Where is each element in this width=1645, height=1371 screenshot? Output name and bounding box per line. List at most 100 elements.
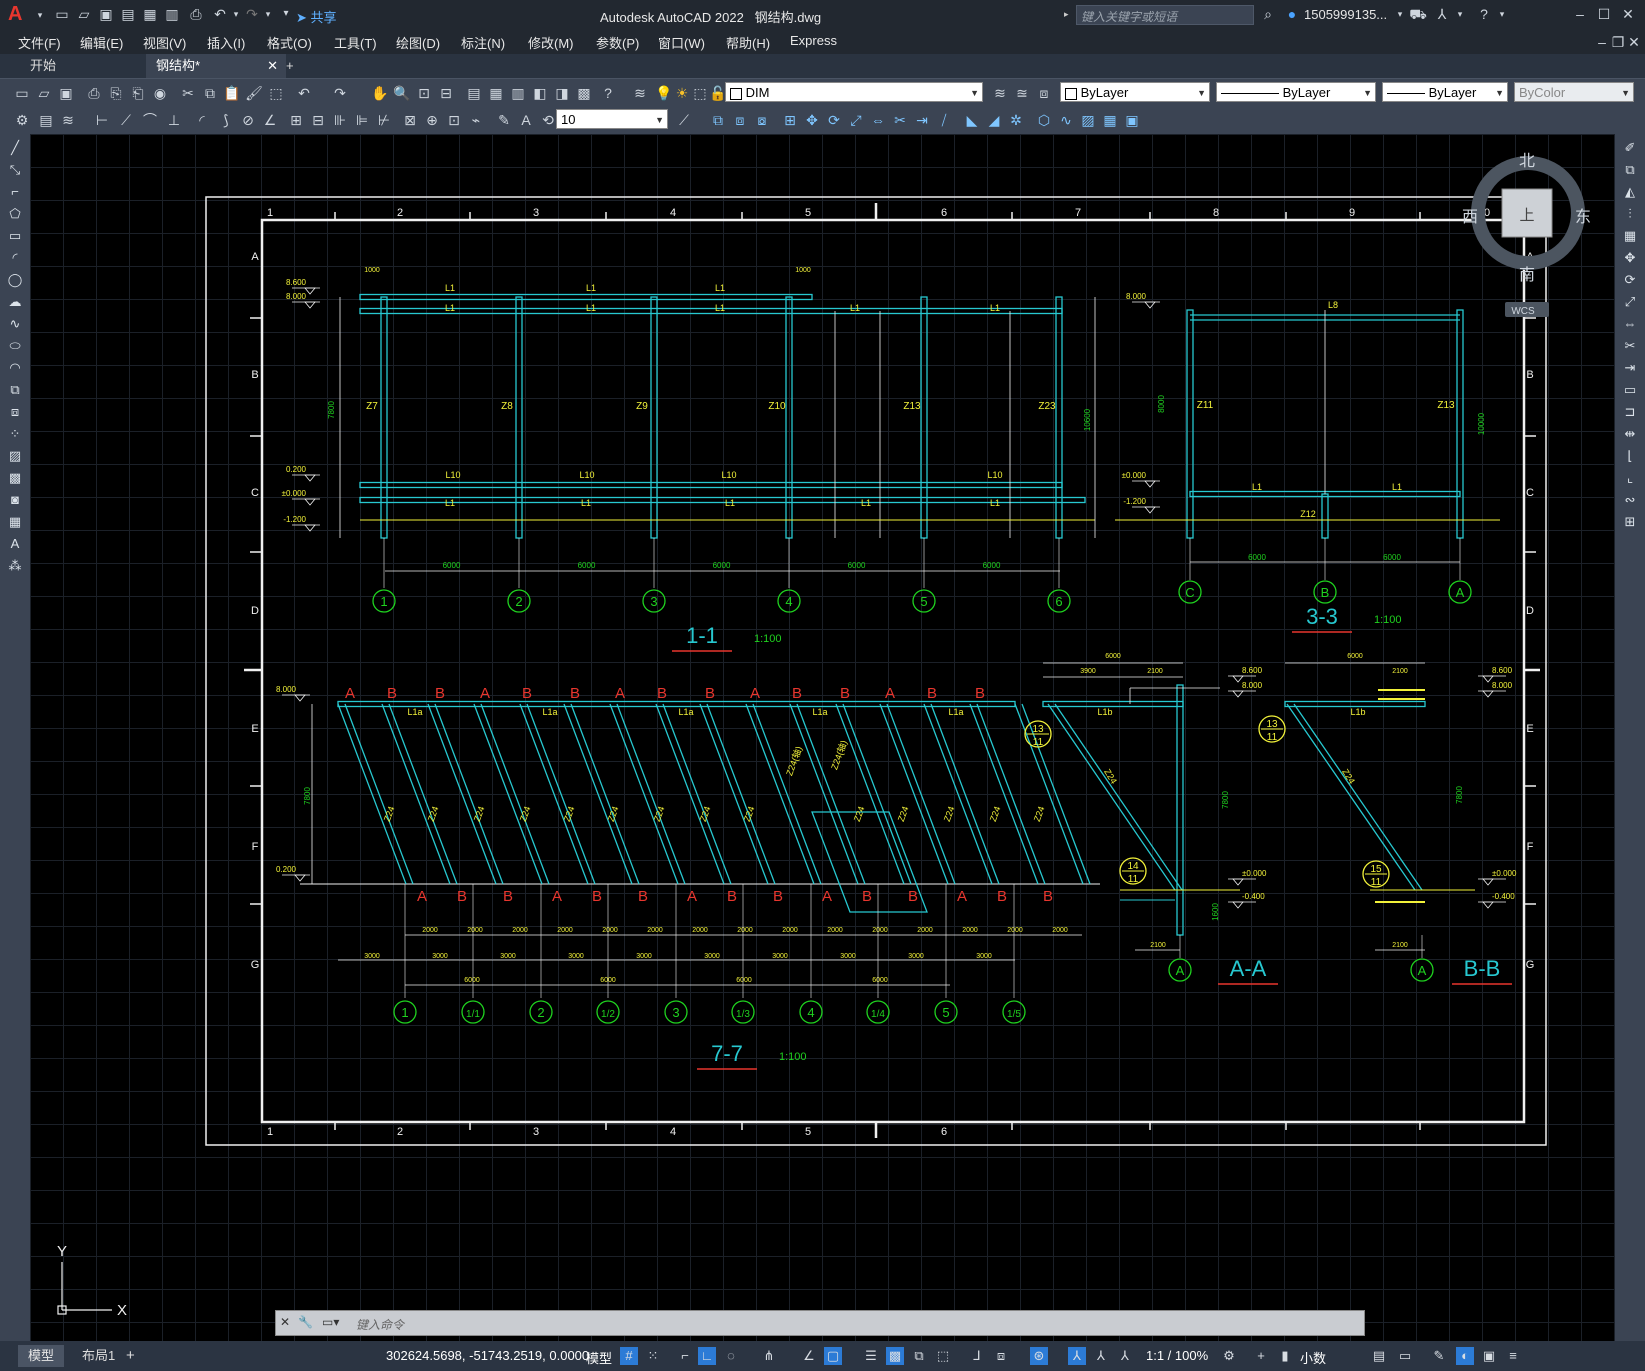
command-recent-icon[interactable]: ▭▾: [322, 1315, 339, 1329]
save-toolbar-icon[interactable]: ▣: [56, 83, 76, 103]
dim-scale-select[interactable]: 10 ▼: [556, 109, 668, 129]
viewcube-west[interactable]: 西: [1462, 209, 1478, 226]
explode-right-icon[interactable]: ⊞: [1620, 512, 1640, 532]
tab-document[interactable]: 钢结构* ✕: [146, 54, 286, 78]
command-close-icon[interactable]: ✕: [280, 1315, 290, 1329]
quick-properties-icon[interactable]: ▤: [1370, 1347, 1388, 1365]
rectangle-icon[interactable]: ▭: [5, 226, 25, 246]
account-dropdown-icon[interactable]: ▾: [1450, 4, 1470, 24]
mtext-icon[interactable]: A: [5, 534, 25, 554]
autocad-logo-icon[interactable]: A: [8, 3, 30, 25]
rotate-icon[interactable]: ⟳: [824, 110, 844, 130]
drawing-canvas[interactable]: 1 2 3 4 5 6 7 8 9 10 1 2 3 4 5 6 A A B B C C D D E E F F G G L1 L1 L1 L1…: [30, 134, 1615, 1341]
chamfer-right-icon[interactable]: ⌊: [1620, 446, 1640, 466]
selection-filter-icon[interactable]: ⧈: [992, 1347, 1010, 1365]
calculator-icon[interactable]: ▩: [574, 83, 594, 103]
polygon-icon[interactable]: ⬠: [5, 204, 25, 224]
dim-space-icon[interactable]: ⊫: [352, 110, 372, 130]
publish-icon[interactable]: ⎗: [128, 83, 148, 103]
snap-icon[interactable]: ⁙: [644, 1347, 662, 1365]
point-icon[interactable]: ⁘: [5, 424, 25, 444]
line-icon[interactable]: ╱: [5, 138, 25, 158]
explode-icon[interactable]: ✲: [1006, 110, 1026, 130]
menu-tools[interactable]: 工具(T): [334, 33, 377, 52]
gizmo-icon[interactable]: ⊛: [1030, 1347, 1048, 1365]
transparency-icon[interactable]: ▩: [886, 1347, 904, 1365]
save-icon[interactable]: ▣: [96, 4, 116, 24]
sheet-set-icon[interactable]: ◧: [530, 83, 550, 103]
workspace-switch-icon[interactable]: ⚙: [1220, 1347, 1238, 1365]
share-button[interactable]: ➤ 共享: [296, 7, 337, 26]
trim-icon[interactable]: ✂: [890, 110, 910, 130]
add-layout-button[interactable]: +: [126, 1345, 135, 1367]
baseline-icon[interactable]: ⊟: [308, 110, 328, 130]
arc-icon[interactable]: ◜: [5, 248, 25, 268]
erase-icon[interactable]: ✐: [1620, 138, 1640, 158]
zoom-realtime-icon[interactable]: 🔍: [392, 83, 412, 103]
redo-dropdown-icon[interactable]: ▾: [258, 4, 278, 24]
workspace-icon[interactable]: ⚙: [12, 110, 32, 130]
isolate-objects-icon[interactable]: ✎: [1430, 1347, 1448, 1365]
layout1-tab[interactable]: 布局1: [74, 1345, 123, 1367]
command-line[interactable]: ✕ 🔧 ▭▾ 键入命令: [275, 1310, 1365, 1336]
annotation-monitor-icon[interactable]: +: [1252, 1347, 1270, 1365]
doc-close-icon[interactable]: ✕: [1624, 32, 1644, 52]
plotstyle-select[interactable]: ByColor ▼: [1514, 82, 1634, 102]
viewcube[interactable]: 上 北 南 东 西 WCS: [1462, 152, 1591, 317]
spline-icon[interactable]: ∿: [5, 314, 25, 334]
annotation-scale-icon[interactable]: ⅄: [1116, 1347, 1134, 1365]
polar-icon[interactable]: ◌: [722, 1347, 740, 1365]
copy-icon[interactable]: ⧉: [200, 83, 220, 103]
tolerance-icon[interactable]: ⊠: [400, 110, 420, 130]
help-dropdown-icon[interactable]: ▾: [1492, 4, 1512, 24]
array-right-icon[interactable]: ▦: [1620, 226, 1640, 246]
model-space-toggle[interactable]: 模型: [586, 1348, 612, 1367]
revcloud-icon[interactable]: ☁: [5, 292, 25, 312]
inspect-icon[interactable]: ⊡: [444, 110, 464, 130]
dim-text-edit-icon[interactable]: A: [516, 110, 536, 130]
layer-properties-icon[interactable]: ≋: [630, 83, 650, 103]
quick-dim-icon[interactable]: ⊞: [286, 110, 306, 130]
layer-vp-icon[interactable]: ⬚: [690, 83, 710, 103]
grid-icon[interactable]: #: [620, 1347, 638, 1365]
move-icon[interactable]: ✥: [802, 110, 822, 130]
copy-right-icon[interactable]: ⧉: [1620, 160, 1640, 180]
isodraft-icon[interactable]: ⋔: [760, 1347, 778, 1365]
lock-ui-icon[interactable]: ▭: [1396, 1347, 1414, 1365]
fillet-icon[interactable]: ◢: [984, 110, 1004, 130]
mirror-icon[interactable]: ⧈: [730, 110, 750, 130]
graphics-performance-icon[interactable]: ◐: [1456, 1347, 1474, 1365]
insert-block-icon[interactable]: ⧉: [5, 380, 25, 400]
open-file-icon[interactable]: ▱: [74, 4, 94, 24]
search-input[interactable]: 键入关键字或短语: [1076, 5, 1254, 25]
make-block-icon[interactable]: ⧈: [5, 402, 25, 422]
layer-states-icon[interactable]: ≋: [58, 110, 78, 130]
maximize-icon[interactable]: ☐: [1594, 4, 1614, 24]
ellipse-icon[interactable]: ⬭: [5, 336, 25, 356]
style-icon[interactable]: ▤: [36, 110, 56, 130]
menu-format[interactable]: 格式(O): [267, 33, 312, 52]
offset-right-icon[interactable]: ⫶: [1620, 204, 1640, 224]
zoom-previous-icon[interactable]: ⊟: [436, 83, 456, 103]
3d-dwf-icon[interactable]: ◉: [150, 83, 170, 103]
user-dropdown-icon[interactable]: ▾: [1390, 4, 1410, 24]
copy-object-icon[interactable]: ⧉: [708, 110, 728, 130]
customize-qat-icon[interactable]: ▾: [276, 4, 296, 24]
diameter-icon[interactable]: ⊘: [238, 110, 258, 130]
edit-spline-icon[interactable]: ∿: [1056, 110, 1076, 130]
mirror-right-icon[interactable]: ◭: [1620, 182, 1640, 202]
model-layout-tab[interactable]: 模型: [18, 1345, 65, 1367]
offset-icon[interactable]: ⧇: [752, 110, 772, 130]
menu-dimension[interactable]: 标注(N): [461, 33, 505, 52]
dim-break-icon[interactable]: ⊬: [374, 110, 394, 130]
design-center-icon[interactable]: ▦: [486, 83, 506, 103]
annotation-visibility-icon[interactable]: ⅄: [1068, 1347, 1086, 1365]
ortho-icon[interactable]: ∟: [698, 1347, 716, 1365]
join-icon[interactable]: ⇹: [1620, 424, 1640, 444]
coordinates-readout[interactable]: 302624.5698, -51743.2519, 0.0000: [386, 1348, 589, 1363]
dim-style-icon[interactable]: ⟋: [674, 110, 694, 130]
new-file-icon[interactable]: ▭: [52, 4, 72, 24]
cut-icon[interactable]: ✂: [178, 83, 198, 103]
search-icon[interactable]: ⌕: [1258, 4, 1278, 24]
units-value[interactable]: 小数: [1300, 1348, 1326, 1367]
